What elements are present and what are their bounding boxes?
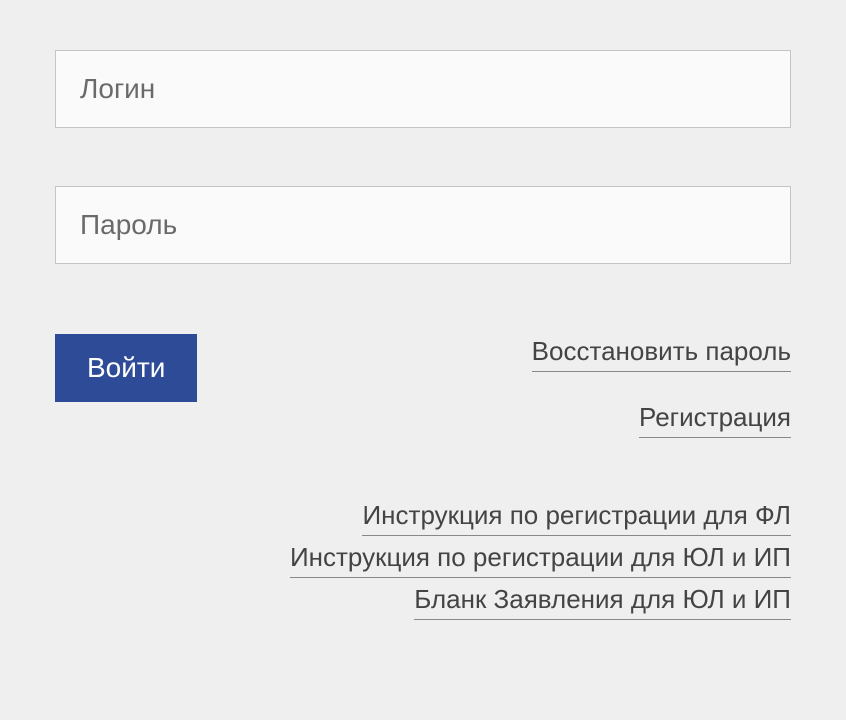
spacer bbox=[55, 128, 791, 186]
instructions-group: Инструкция по регистрации для ФЛ Инструк… bbox=[290, 498, 791, 620]
instruction-ul-ip-link[interactable]: Инструкция по регистрации для ЮЛ и ИП bbox=[290, 540, 791, 578]
login-input[interactable] bbox=[55, 50, 791, 128]
links-column: Восстановить пароль Регистрация Инструкц… bbox=[290, 334, 791, 620]
submit-button[interactable]: Войти bbox=[55, 334, 197, 402]
login-form: Войти Восстановить пароль Регистрация Ин… bbox=[55, 50, 791, 620]
password-input[interactable] bbox=[55, 186, 791, 264]
recover-password-link[interactable]: Восстановить пароль bbox=[532, 334, 791, 372]
register-link[interactable]: Регистрация bbox=[639, 400, 791, 438]
actions-row: Войти Восстановить пароль Регистрация Ин… bbox=[55, 334, 791, 620]
instruction-fl-link[interactable]: Инструкция по регистрации для ФЛ bbox=[362, 498, 791, 536]
blank-ul-ip-link[interactable]: Бланк Заявления для ЮЛ и ИП bbox=[414, 582, 791, 620]
